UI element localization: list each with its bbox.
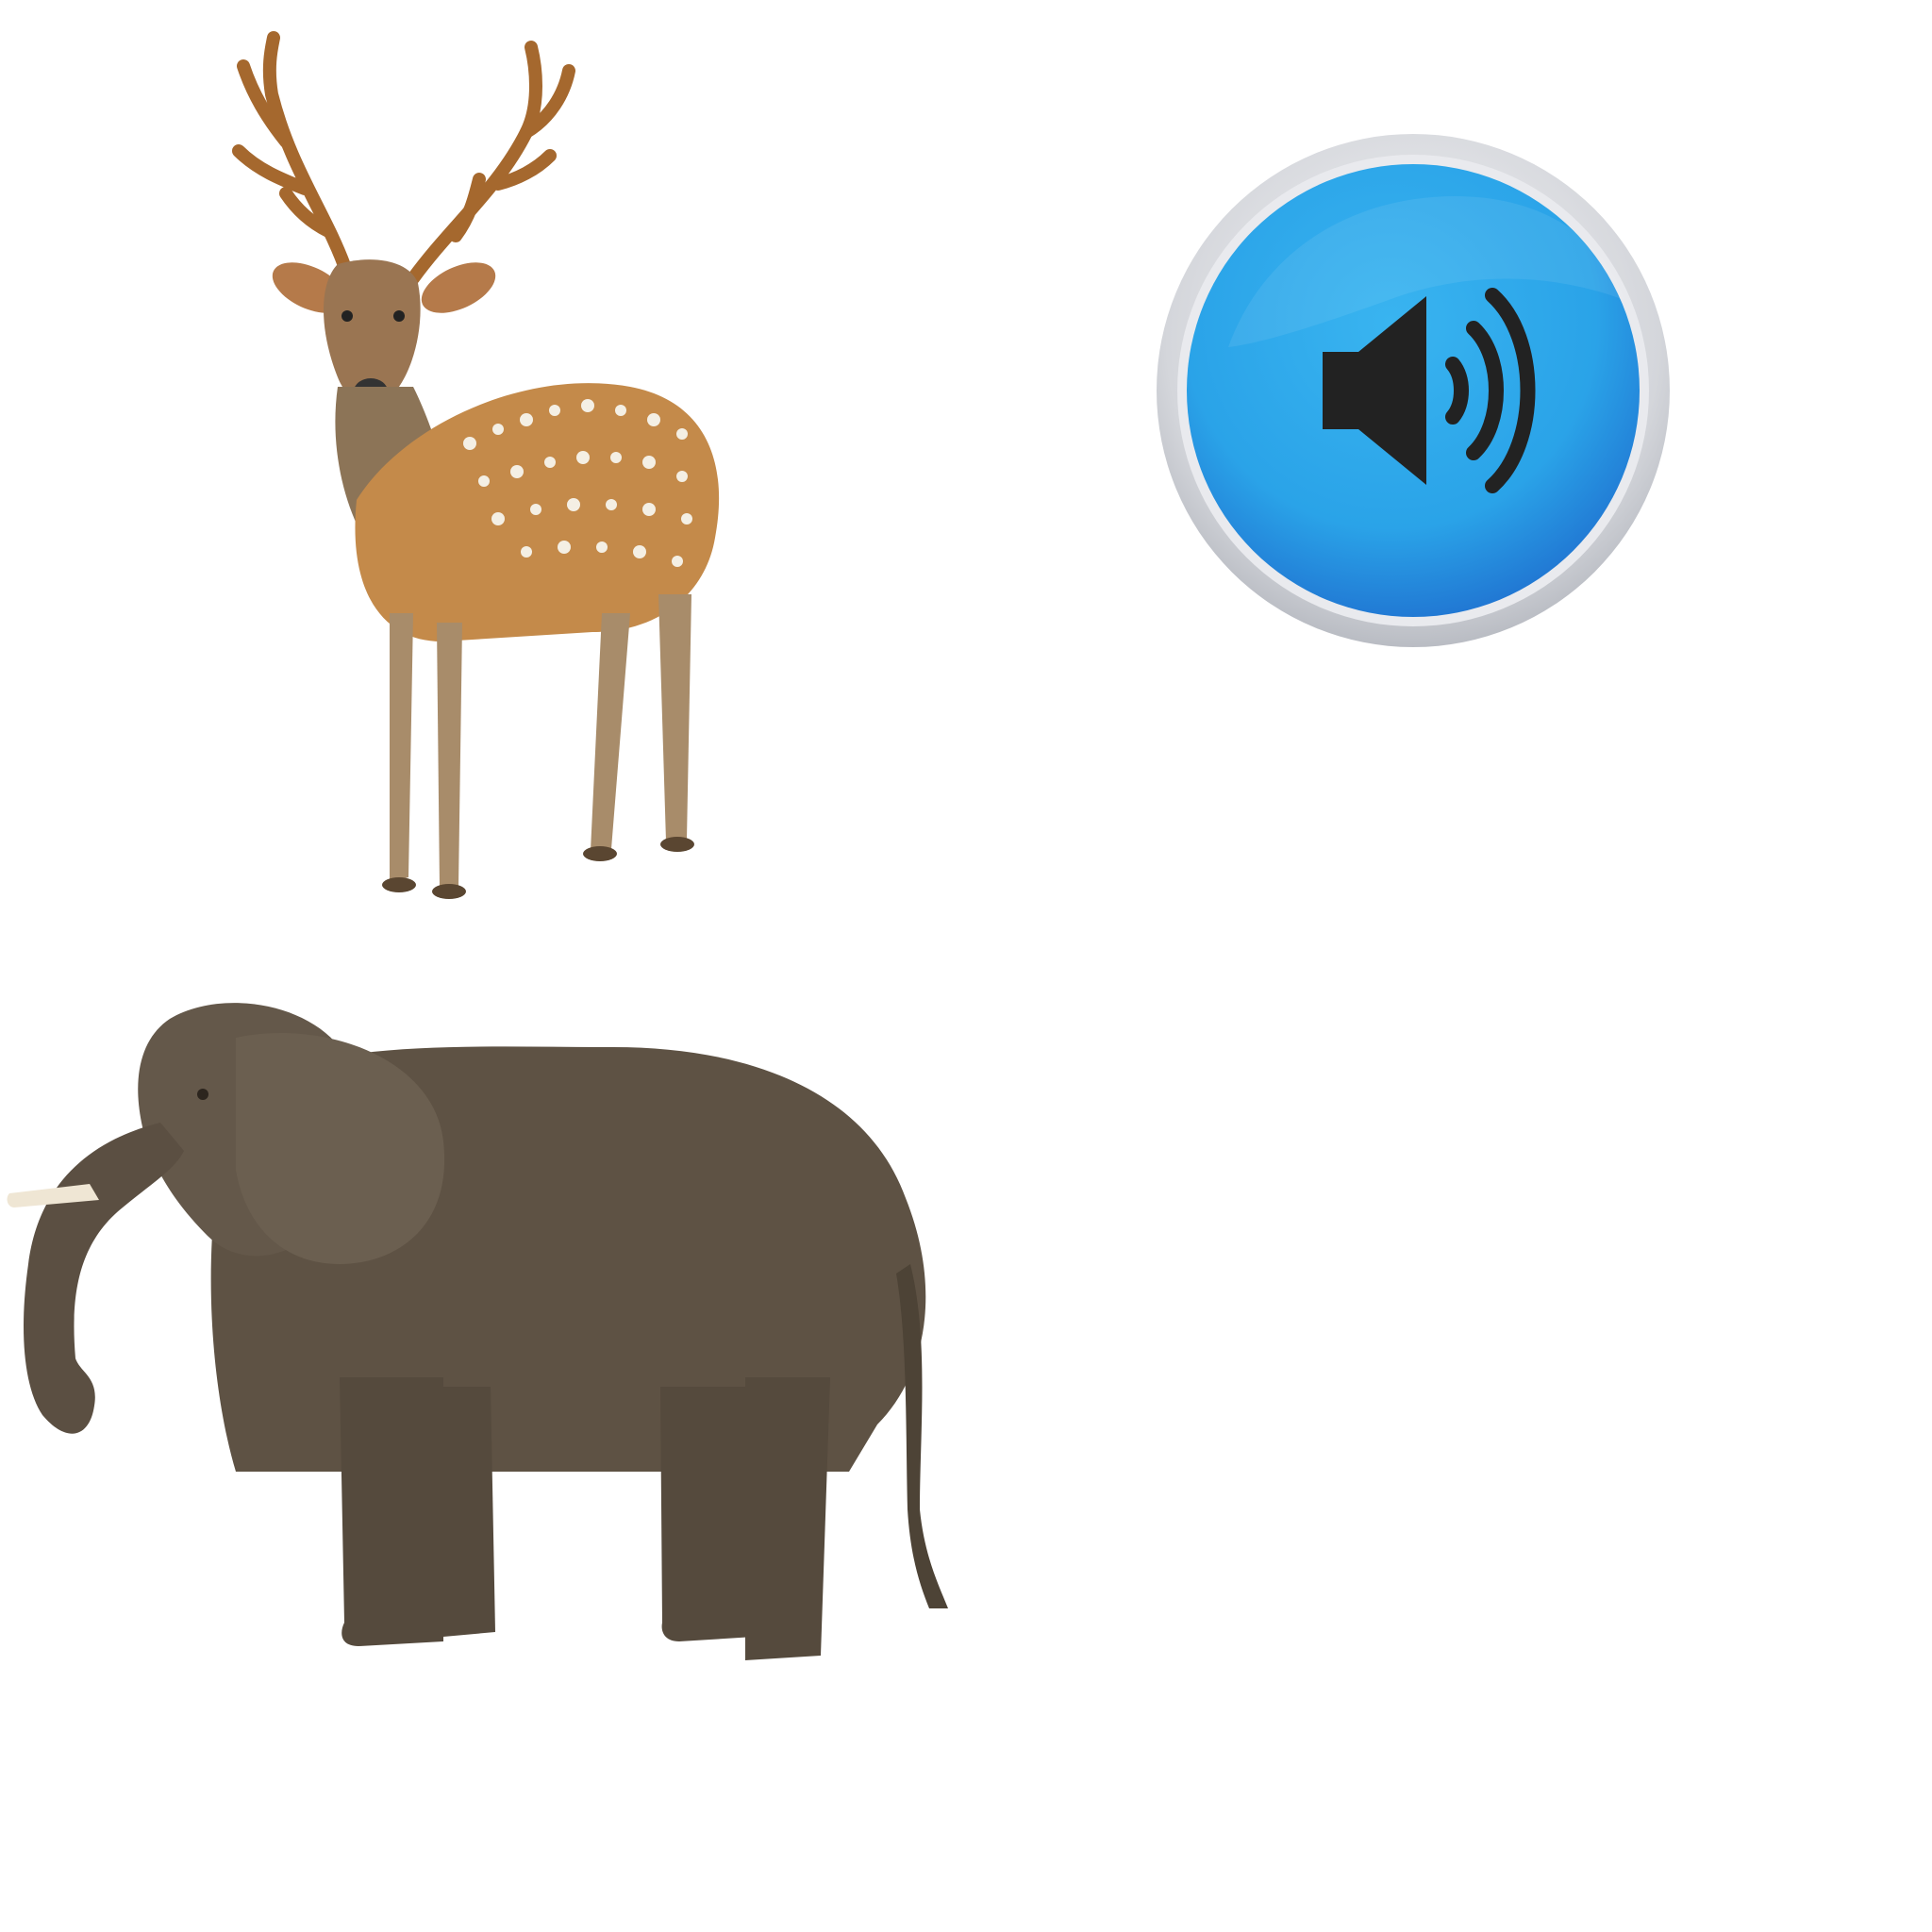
elephant-picture [7,1003,948,1660]
deer-picture [232,31,720,899]
play-sound-button[interactable] [1153,130,1674,651]
picture-card [0,0,1932,1932]
